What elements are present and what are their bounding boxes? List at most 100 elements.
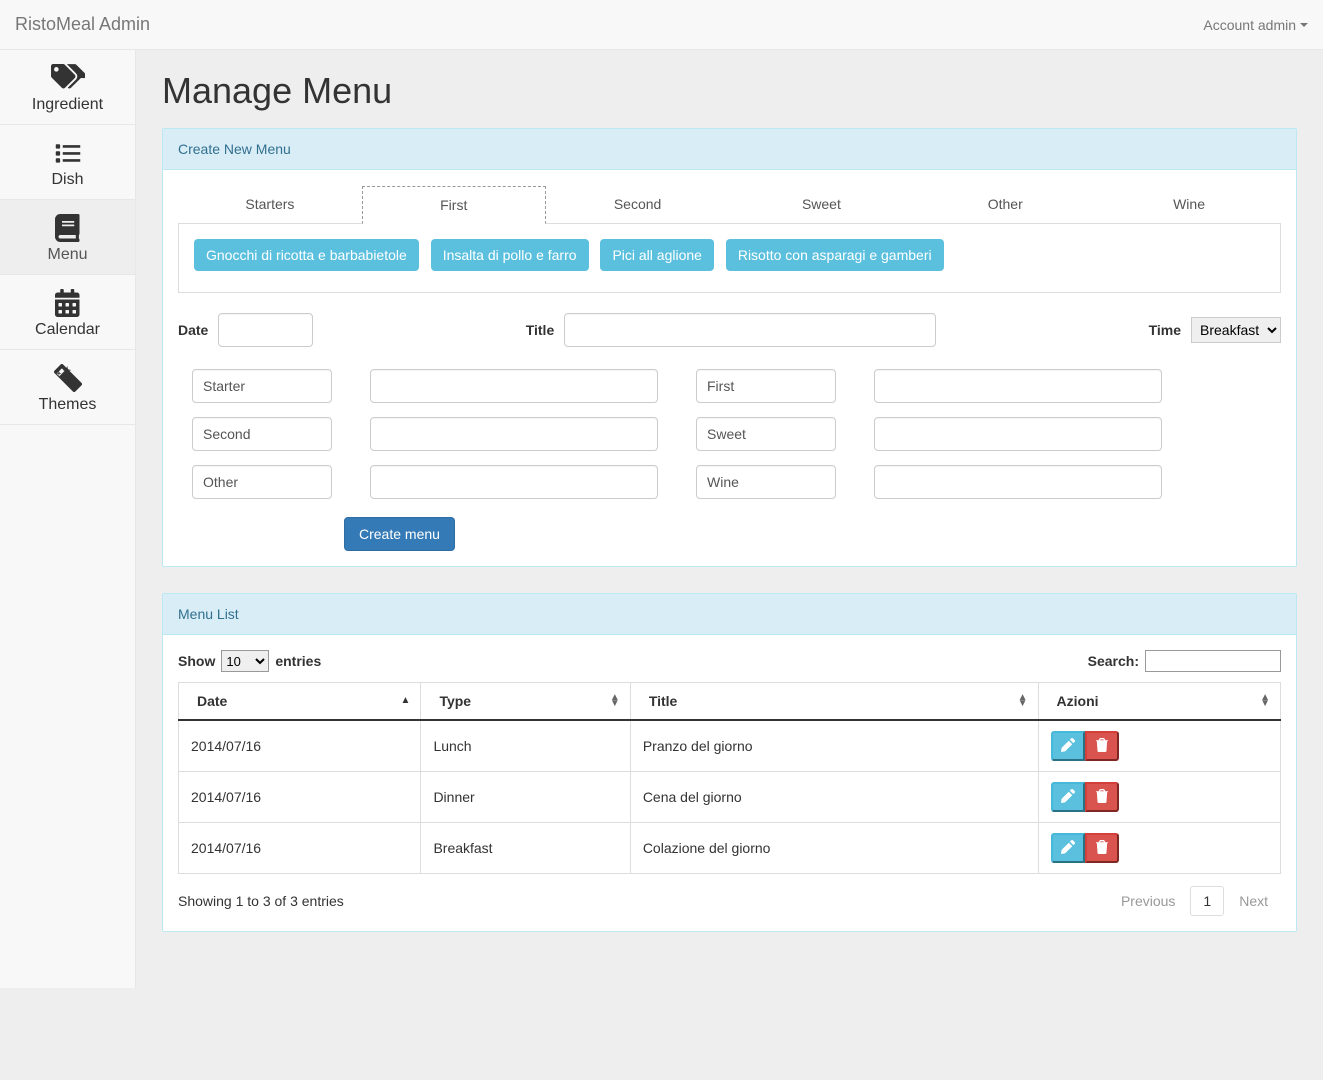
tab-pane-first: Gnocchi di ricotta e barbabietole Insalt… — [178, 224, 1281, 293]
search-input[interactable] — [1145, 650, 1281, 672]
date-input[interactable] — [218, 313, 313, 347]
page-next[interactable]: Next — [1226, 886, 1281, 916]
main-content: Manage Menu Create New Menu Starters Fir… — [136, 50, 1323, 988]
pencil-icon — [1061, 789, 1075, 806]
menu-table: Date ▲ Type ▲▼ Title ▲▼ — [178, 682, 1281, 874]
tab-wine[interactable]: Wine — [1097, 185, 1281, 223]
pencil-icon — [1061, 738, 1075, 755]
th-title[interactable]: Title ▲▼ — [630, 683, 1038, 721]
cell-title: Pranzo del giorno — [630, 720, 1038, 772]
dish-chip[interactable]: Pici all aglione — [600, 239, 714, 271]
time-select[interactable]: Breakfast — [1191, 317, 1281, 343]
course-label-wine — [696, 465, 836, 499]
cell-date: 2014/07/16 — [179, 823, 421, 874]
panel-heading: Menu List — [163, 594, 1296, 635]
course-input-other[interactable] — [370, 465, 658, 499]
cell-date: 2014/07/16 — [179, 720, 421, 772]
time-label: Time — [1149, 322, 1181, 338]
tab-other[interactable]: Other — [913, 185, 1097, 223]
dish-category-tabs: Starters First Second Sweet Other Wine — [178, 185, 1281, 224]
th-azioni[interactable]: Azioni ▲▼ — [1038, 683, 1280, 721]
sort-icon: ▲▼ — [1260, 695, 1270, 707]
course-input-wine[interactable] — [874, 465, 1162, 499]
sidebar-item-label: Dish — [51, 171, 83, 189]
course-input-starter[interactable] — [370, 369, 658, 403]
page-1[interactable]: 1 — [1190, 886, 1224, 916]
course-label-starter — [192, 369, 332, 403]
course-input-first[interactable] — [874, 369, 1162, 403]
dish-chip[interactable]: Risotto con asparagi e gamberi — [726, 239, 944, 271]
sidebar-item-label: Menu — [47, 246, 87, 264]
list-icon — [51, 139, 85, 167]
cell-type: Breakfast — [421, 823, 630, 874]
book-icon — [51, 214, 85, 242]
title-input[interactable] — [564, 313, 936, 347]
sidebar: Ingredient Dish Menu Calendar Themes — [0, 50, 136, 988]
tab-sweet[interactable]: Sweet — [729, 185, 913, 223]
table-row: 2014/07/16DinnerCena del giorno — [179, 772, 1281, 823]
course-label-first — [696, 369, 836, 403]
sidebar-item-label: Ingredient — [32, 96, 103, 114]
cell-type: Lunch — [421, 720, 630, 772]
table-row: 2014/07/16LunchPranzo del giorno — [179, 720, 1281, 772]
calendar-icon — [51, 289, 85, 317]
panel-body: Starters First Second Sweet Other Wine G… — [163, 170, 1296, 566]
sidebar-item-themes[interactable]: Themes — [0, 350, 135, 425]
edit-button[interactable] — [1051, 782, 1085, 812]
course-label-sweet — [696, 417, 836, 451]
panel-body: Show 10 entries Search: — [163, 635, 1296, 931]
course-label-second — [192, 417, 332, 451]
length-suffix: entries — [275, 653, 321, 669]
table-row: 2014/07/16BreakfastColazione del giorno — [179, 823, 1281, 874]
th-type[interactable]: Type ▲▼ — [421, 683, 630, 721]
sidebar-item-calendar[interactable]: Calendar — [0, 275, 135, 350]
navbar: RistoMeal Admin Account admin — [0, 0, 1323, 50]
course-input-second[interactable] — [370, 417, 658, 451]
cell-date: 2014/07/16 — [179, 772, 421, 823]
page-title: Manage Menu — [162, 70, 1297, 112]
brand-link[interactable]: RistoMeal Admin — [15, 14, 150, 35]
pagination: Previous 1 Next — [1106, 886, 1281, 916]
cell-title: Cena del giorno — [630, 772, 1038, 823]
dish-chip[interactable]: Gnocchi di ricotta e barbabietole — [194, 239, 419, 271]
page-previous[interactable]: Previous — [1108, 886, 1188, 916]
sidebar-item-menu[interactable]: Menu — [0, 200, 135, 275]
caret-down-icon — [1300, 23, 1308, 27]
course-input-sweet[interactable] — [874, 417, 1162, 451]
cell-title: Colazione del giorno — [630, 823, 1038, 874]
dish-chip[interactable]: Insalta di pollo e farro — [431, 239, 589, 271]
edit-button[interactable] — [1051, 833, 1085, 863]
sidebar-item-ingredient[interactable]: Ingredient — [0, 50, 135, 125]
create-menu-button[interactable]: Create menu — [344, 517, 455, 551]
tab-starters[interactable]: Starters — [178, 185, 362, 223]
sidebar-item-label: Themes — [39, 396, 97, 414]
cell-actions — [1038, 720, 1280, 772]
panel-create-menu: Create New Menu Starters First Second Sw… — [162, 128, 1297, 567]
edit-button[interactable] — [1051, 731, 1085, 761]
title-label: Title — [526, 322, 555, 338]
course-inputs-grid — [192, 369, 1281, 499]
length-select[interactable]: 10 — [221, 650, 269, 672]
delete-button[interactable] — [1085, 833, 1119, 863]
sort-icon: ▲▼ — [610, 695, 620, 707]
th-date[interactable]: Date ▲ — [179, 683, 421, 721]
delete-button[interactable] — [1085, 731, 1119, 761]
length-prefix: Show — [178, 653, 215, 669]
magic-icon — [51, 364, 85, 392]
date-label: Date — [178, 322, 208, 338]
search-label: Search: — [1088, 653, 1139, 669]
tab-second[interactable]: Second — [546, 185, 730, 223]
sort-asc-icon: ▲ — [401, 698, 411, 704]
pencil-icon — [1061, 840, 1075, 857]
panel-heading: Create New Menu — [163, 129, 1296, 170]
sidebar-item-dish[interactable]: Dish — [0, 125, 135, 200]
cell-actions — [1038, 823, 1280, 874]
account-dropdown[interactable]: Account admin — [1203, 17, 1308, 33]
course-label-other — [192, 465, 332, 499]
trash-icon — [1095, 789, 1109, 806]
sidebar-item-label: Calendar — [35, 321, 100, 339]
tab-first[interactable]: First — [362, 186, 546, 224]
cell-actions — [1038, 772, 1280, 823]
cell-type: Dinner — [421, 772, 630, 823]
delete-button[interactable] — [1085, 782, 1119, 812]
